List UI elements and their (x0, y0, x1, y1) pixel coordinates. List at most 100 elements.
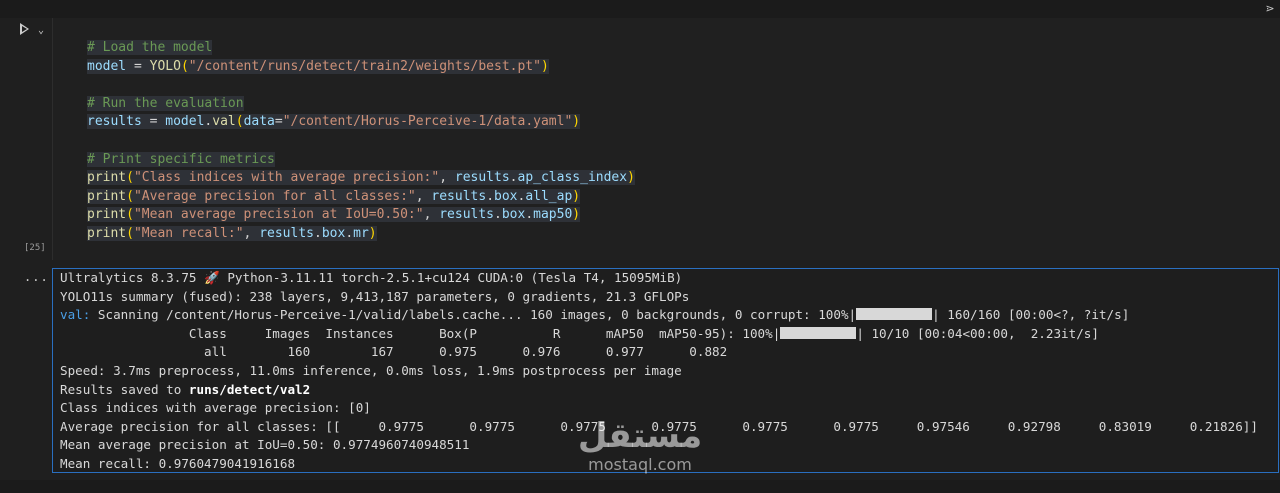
bottom-strip (0, 480, 1280, 493)
code-token: "Class indices with average precision:" (133, 170, 440, 186)
output-actions-icon[interactable]: ... (24, 270, 49, 284)
code-token: model (165, 114, 205, 130)
out-token: YOLO11s summary (fused): 238 layers, 9,4… (60, 288, 690, 304)
code-token: . (509, 170, 518, 186)
watermark-logo: مستقل mostaql.com (575, 416, 705, 474)
code-token: print (87, 207, 127, 223)
code-token: results (259, 225, 314, 241)
code-line: results = model.val(data="/content/Horus… (87, 113, 635, 132)
code-line: print("Average precision for all classes… (87, 188, 635, 207)
out-token: Class indices with average precision: [0… (60, 400, 371, 416)
out-line: val: Scanning /content/Horus-Perceive-1/… (60, 306, 1258, 325)
code-token: "/content/Horus-Perceive-1/data.yaml" (282, 114, 573, 130)
out-line: Ultralytics 8.3.75 🚀 Python-3.11.11 torc… (60, 269, 1258, 288)
code-token: print (87, 170, 127, 186)
play-icon (20, 23, 29, 35)
code-token: ) (540, 58, 549, 74)
code-token: map50 (533, 207, 573, 223)
code-line: model = YOLO("/content/runs/detect/train… (87, 58, 635, 77)
code-token: # Load the model (87, 40, 213, 55)
progress-bar (856, 308, 933, 321)
code-token: = (274, 114, 283, 130)
out-line: all 160 167 0.975 0.976 0.977 0.882 (60, 343, 1258, 362)
code-token: . (314, 225, 322, 241)
out-line: Class indices with average precision: [0… (60, 399, 1258, 418)
code-token: ) (572, 188, 581, 204)
code-editor[interactable]: # Load the model model = YOLO("/content/r… (87, 39, 635, 244)
code-token: ) (627, 170, 635, 186)
out-token: | 10/10 [00:04<00:00, 2.23it/s] (856, 325, 1099, 341)
code-token: print (87, 225, 127, 241)
code-token: YOLO (149, 58, 181, 74)
code-token: # Run the evaluation (87, 95, 244, 111)
code-token: = (126, 58, 150, 74)
code-line: print("Mean average precision at IoU=0.5… (87, 206, 635, 225)
code-token: , (439, 170, 455, 186)
code-token: ) (572, 207, 581, 223)
code-token: ( (126, 188, 134, 204)
code-token: . (494, 207, 502, 223)
run-cell-button[interactable]: ⌄ (20, 22, 50, 40)
out-token: Python-3.11.11 torch-2.5.1+cu124 CUDA:0 … (219, 270, 683, 285)
code-token: box (321, 225, 346, 241)
out-token: | 160/160 [00:00<?, ?it/s] (932, 307, 1130, 323)
code-token: , (423, 207, 440, 223)
out-token: Ultralytics 8.3.75 (60, 270, 205, 285)
code-token: # Print specific metrics (87, 151, 275, 167)
out-line: Results saved to runs/detect/val2 (60, 381, 1258, 400)
code-token: ( (180, 58, 189, 74)
code-token: "Average precision for all classes:" (133, 188, 416, 204)
code-token: "Mean average precision at IoU=0.50:" (133, 207, 424, 223)
code-token: "Mean recall:" (133, 225, 244, 241)
code-line: print("Class indices with average precis… (87, 169, 635, 188)
split-editor-icon[interactable]: ⋗ (1262, 2, 1278, 16)
out-token: Class Images Instances Box(P R mAP50 mAP… (60, 325, 781, 341)
code-token: , (415, 188, 432, 204)
out-line: Class Images Instances Box(P R mAP50 mAP… (60, 325, 1258, 344)
code-token: . (525, 207, 534, 223)
execution-count: [25] (24, 243, 46, 253)
out-token: 🚀 (204, 270, 220, 285)
code-token: ( (126, 207, 134, 223)
code-token: , (243, 225, 260, 241)
out-token: Mean average precision at IoU=0.50: 0.97… (60, 437, 470, 453)
code-cell[interactable]: # Load the model model = YOLO("/content/r… (52, 18, 1280, 260)
chevron-down-icon[interactable]: ⌄ (38, 22, 44, 40)
code-line: print("Mean recall:", results.box.mr) (87, 225, 635, 244)
code-token: val (212, 114, 236, 130)
out-token: Results saved to (60, 381, 189, 397)
code-token: ) (368, 225, 377, 241)
out-token: Scanning /content/Horus-Perceive-1/valid… (90, 307, 857, 323)
code-token: "/content/runs/detect/train2/weights/bes… (188, 58, 541, 74)
out-line: Speed: 3.7ms preprocess, 11.0ms inferenc… (60, 362, 1258, 381)
code-token: model (87, 58, 127, 74)
code-token: . (486, 188, 495, 204)
code-line: # Load the model (87, 39, 635, 58)
code-token: results (431, 188, 487, 204)
code-token: ( (235, 114, 244, 130)
code-token: data (243, 114, 275, 130)
out-token: all 160 167 0.975 0.976 0.977 0.882 (60, 344, 728, 360)
code-line: # Run the evaluation (87, 95, 635, 114)
code-token: . (345, 225, 354, 241)
code-token: results (439, 207, 495, 223)
code-token: ( (126, 225, 134, 241)
progress-bar (780, 326, 857, 339)
code-token: print (87, 188, 127, 204)
code-token: box (501, 207, 526, 223)
out-token: Speed: 3.7ms preprocess, 11.0ms inferenc… (60, 362, 682, 378)
code-token: results (87, 114, 142, 130)
code-token: ( (126, 170, 134, 186)
code-token: box (494, 188, 518, 204)
code-token: results (454, 170, 510, 186)
code-line: # Print specific metrics (87, 151, 635, 170)
out-token: Mean recall: 0.9760479041916168 (60, 455, 296, 471)
out-line: YOLO11s summary (fused): 238 layers, 9,4… (60, 288, 1258, 307)
out-token: runs/detect/val2 (188, 381, 311, 397)
code-token: all_ap (525, 188, 573, 204)
code-token: ap_class_index (517, 170, 628, 186)
top-strip (0, 0, 1280, 18)
code-token: ) (572, 114, 581, 130)
